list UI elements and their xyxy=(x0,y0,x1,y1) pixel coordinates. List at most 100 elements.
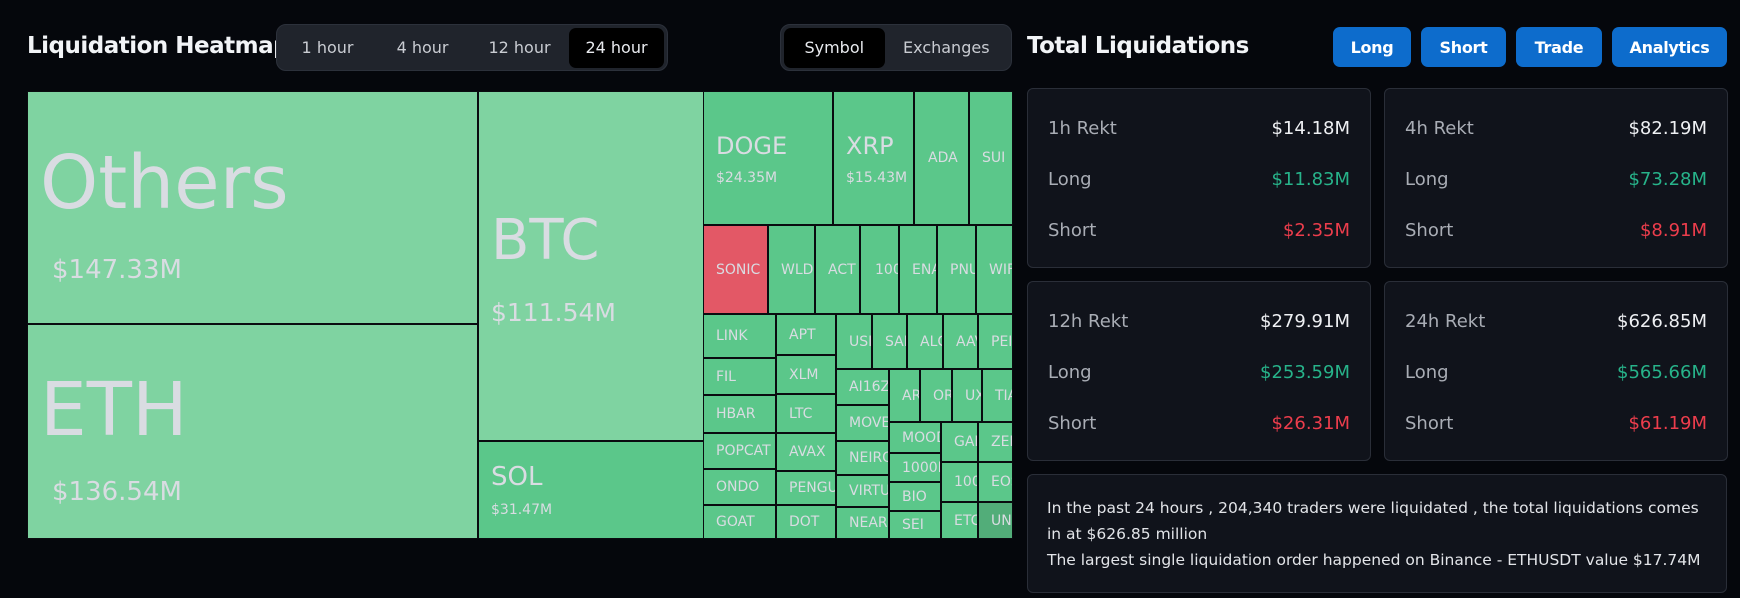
tile-value: $147.33M xyxy=(52,255,182,285)
long-label: Long xyxy=(1405,169,1449,190)
tile-act[interactable]: ACT xyxy=(815,225,860,314)
time-1h-button[interactable]: 1 hour xyxy=(280,28,375,68)
tile-pengu[interactable]: PENGU xyxy=(776,471,836,505)
tile-ada[interactable]: ADA xyxy=(914,91,969,225)
tile-symbol: MOOD xyxy=(902,429,940,446)
rekt-card-1h: 1h Rekt $14.18M Long $11.83M Short $2.35M xyxy=(1027,88,1371,268)
long-amount: $11.83M xyxy=(1271,169,1350,190)
long-button[interactable]: Long xyxy=(1333,27,1411,67)
tile-symbol: SONIC xyxy=(716,261,761,278)
tile-value: $31.47M xyxy=(491,502,553,518)
tile-bio[interactable]: BIO xyxy=(889,482,941,511)
tile-100[interactable]: 100 xyxy=(860,225,899,314)
tile-symbol: ETC xyxy=(954,512,978,529)
liquidation-treemap: Others $147.33M ETH $136.54M BTC $111.54… xyxy=(27,91,1013,539)
rekt-label: 1h Rekt xyxy=(1048,118,1117,139)
tile-symbol: SOL xyxy=(491,462,543,492)
tile-pei[interactable]: PEI xyxy=(978,314,1013,369)
tile-value: $15.43M xyxy=(846,170,908,186)
tile-un[interactable]: UN xyxy=(978,502,1013,539)
rekt-total: $82.19M xyxy=(1628,118,1707,139)
exchanges-view-button[interactable]: Exchanges xyxy=(885,28,1008,68)
tile-symbol: AVAX xyxy=(789,444,826,460)
tile-1000e[interactable]: 1000E xyxy=(889,453,941,482)
tile-dot[interactable]: DOT xyxy=(776,505,836,539)
short-amount: $26.31M xyxy=(1271,413,1350,434)
tile-ena[interactable]: ENA xyxy=(899,225,937,314)
tile-move[interactable]: MOVE xyxy=(836,405,889,441)
tile-symbol: POPCAT xyxy=(716,443,771,459)
tile-eos[interactable]: EOS xyxy=(978,462,1013,502)
time-12h-button[interactable]: 12 hour xyxy=(470,28,569,68)
tile-symbol: BIO xyxy=(902,488,927,505)
short-button[interactable]: Short xyxy=(1421,27,1506,67)
tile-symbol: WIF xyxy=(989,261,1013,278)
tile-fil[interactable]: FIL xyxy=(703,358,776,395)
tile-virtu[interactable]: VIRTU xyxy=(836,475,889,507)
summary-line-2: The largest single liquidation order hap… xyxy=(1047,551,1701,569)
tile-usi[interactable]: USI xyxy=(836,314,872,369)
tile-sei[interactable]: SEI xyxy=(889,511,941,539)
tile-ltc[interactable]: LTC xyxy=(776,394,836,433)
tile-symbol: GAI xyxy=(954,434,978,450)
tile-tia[interactable]: TIA xyxy=(982,369,1013,422)
short-amount: $2.35M xyxy=(1282,220,1350,241)
tile-symbol: NEIRO xyxy=(849,450,889,466)
tile-doge[interactable]: DOGE $24.35M xyxy=(703,91,833,225)
tile-sonic[interactable]: SONIC xyxy=(703,225,768,314)
tile-symbol: ETH xyxy=(40,367,188,453)
tile-100-b[interactable]: 100 xyxy=(941,462,978,502)
tile-sui[interactable]: SUI xyxy=(969,91,1013,225)
tile-goat[interactable]: GOAT xyxy=(703,505,776,539)
tile-symbol: TIA xyxy=(995,387,1012,404)
tile-symbol: LTC xyxy=(789,405,813,422)
tile-xlm[interactable]: XLM xyxy=(776,355,836,394)
trade-button[interactable]: Trade xyxy=(1516,27,1602,67)
summary-line-1: In the past 24 hours , 204,340 traders w… xyxy=(1047,499,1699,543)
tile-ar[interactable]: AR xyxy=(889,369,920,422)
tile-etc[interactable]: ETC xyxy=(941,502,978,539)
tile-symbol: AR xyxy=(902,387,920,404)
tile-apt[interactable]: APT xyxy=(776,314,836,355)
tile-or[interactable]: OR xyxy=(920,369,952,422)
tile-pnu[interactable]: PNU xyxy=(937,225,976,314)
tile-sol[interactable]: SOL $31.47M xyxy=(478,441,704,539)
symbol-view-button[interactable]: Symbol xyxy=(784,27,885,68)
tile-mood[interactable]: MOOD xyxy=(889,422,941,453)
tile-symbol: OR xyxy=(933,387,952,404)
tile-eth[interactable]: ETH $136.54M xyxy=(27,324,478,539)
tile-others[interactable]: Others $147.33M xyxy=(27,91,478,324)
tile-hbar[interactable]: HBAR xyxy=(703,395,776,433)
tile-zen[interactable]: ZEN xyxy=(978,422,1013,462)
tile-avax[interactable]: AVAX xyxy=(776,433,836,471)
tile-symbol: GOAT xyxy=(716,514,755,530)
tile-symbol: BTC xyxy=(491,208,600,273)
tile-ai16z[interactable]: AI16Z xyxy=(836,369,889,405)
tile-symbol: WLD xyxy=(781,261,814,278)
tile-link[interactable]: LINK xyxy=(703,314,776,358)
tile-alc[interactable]: ALC xyxy=(907,314,943,369)
heatmap-title: Liquidation Heatmap xyxy=(27,33,290,59)
tile-xrp[interactable]: XRP $15.43M xyxy=(833,91,914,225)
time-24h-button[interactable]: 24 hour xyxy=(569,27,665,68)
tile-wld[interactable]: WLD xyxy=(768,225,815,314)
tile-symbol: Others xyxy=(40,140,289,226)
tile-popcat[interactable]: POPCAT xyxy=(703,433,776,469)
tile-neiro[interactable]: NEIRO xyxy=(836,441,889,475)
tile-ondo[interactable]: ONDO xyxy=(703,469,776,505)
short-amount: $61.19M xyxy=(1628,413,1707,434)
tile-symbol: USI xyxy=(849,333,872,350)
tile-sai[interactable]: SAI xyxy=(872,314,907,369)
tile-wif[interactable]: WIF xyxy=(976,225,1013,314)
tile-near[interactable]: NEAR xyxy=(836,507,889,539)
tile-symbol: AI16Z xyxy=(849,379,889,395)
rekt-label: 4h Rekt xyxy=(1405,118,1474,139)
tile-symbol: ACT xyxy=(828,261,856,278)
tile-gai[interactable]: GAI xyxy=(941,422,978,462)
rekt-card-12h: 12h Rekt $279.91M Long $253.59M Short $26.3… xyxy=(1027,281,1371,461)
tile-ux[interactable]: UX xyxy=(952,369,982,422)
tile-btc[interactable]: BTC $111.54M xyxy=(478,91,704,441)
time-4h-button[interactable]: 4 hour xyxy=(375,28,470,68)
tile-aav[interactable]: AAV xyxy=(943,314,978,369)
analytics-button[interactable]: Analytics xyxy=(1612,27,1727,67)
